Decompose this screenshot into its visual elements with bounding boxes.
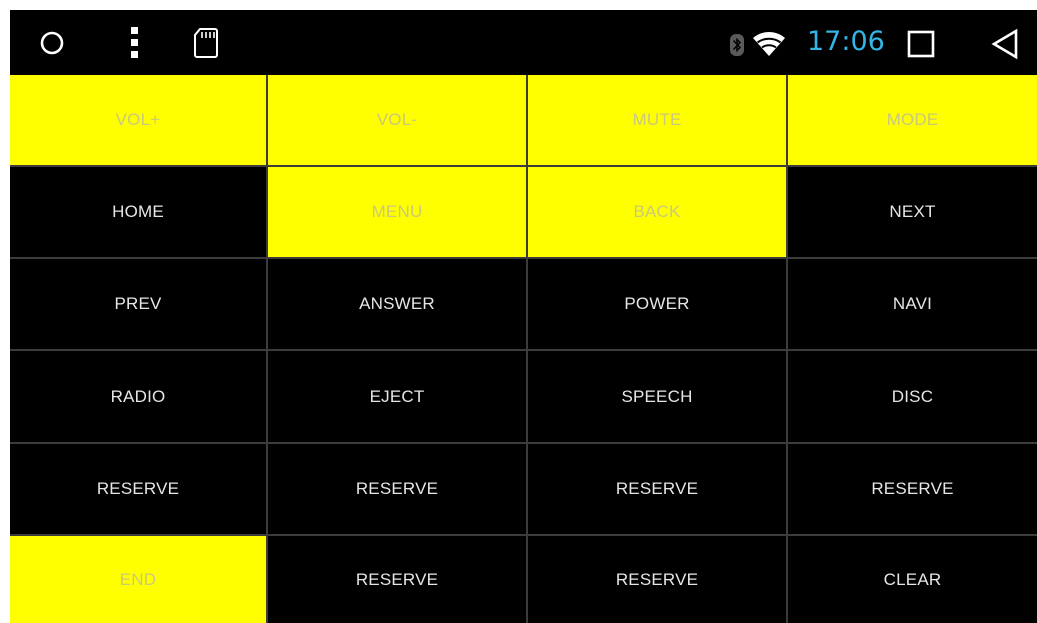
back-triangle-icon[interactable] — [990, 28, 1020, 60]
recents-square-icon[interactable] — [907, 30, 935, 58]
key-answer-button[interactable]: ANSWER — [268, 259, 528, 351]
key-label: PREV — [114, 294, 162, 313]
key-label: MUTE — [632, 110, 682, 129]
key-label: NEXT — [889, 202, 936, 221]
key-mute-button[interactable]: MUTE — [528, 75, 788, 167]
key-label: SPEECH — [621, 386, 693, 406]
key-radio-button[interactable]: RADIO — [10, 351, 268, 444]
key-back-button[interactable]: BACK — [528, 167, 788, 259]
key-label: RADIO — [110, 386, 166, 406]
key-end-button[interactable]: END — [10, 536, 268, 623]
circle-icon[interactable] — [39, 30, 65, 56]
key-label: VOL+ — [115, 110, 161, 129]
key-label: DISC — [891, 386, 934, 406]
bluetooth-icon — [730, 34, 744, 56]
key-label: CLEAR — [883, 569, 942, 589]
key-label: EJECT — [369, 386, 425, 406]
key-label: BACK — [633, 202, 681, 221]
key-volminus-button[interactable]: VOL- — [268, 75, 528, 167]
key-reserve-button[interactable]: RESERVE — [788, 444, 1037, 536]
key-volplus-button[interactable]: VOL+ — [10, 75, 268, 167]
key-speech-button[interactable]: SPEECH — [528, 351, 788, 444]
sd-card-icon — [194, 28, 218, 58]
key-label: ANSWER — [359, 294, 435, 313]
key-label: HOME — [112, 202, 164, 221]
key-reserve-button[interactable]: RESERVE — [528, 444, 788, 536]
key-next-button[interactable]: NEXT — [788, 167, 1037, 259]
key-label: VOL- — [376, 110, 418, 129]
key-label: RESERVE — [96, 479, 180, 498]
key-disc-button[interactable]: DISC — [788, 351, 1037, 444]
wifi-icon — [753, 32, 785, 56]
status-bar: 17:06 — [10, 10, 1037, 75]
key-menu-button[interactable]: MENU — [268, 167, 528, 259]
key-label: MODE — [886, 110, 939, 129]
key-clear-button[interactable]: CLEAR — [788, 536, 1037, 623]
status-time: 17:06 — [807, 26, 885, 57]
key-label: RESERVE — [615, 479, 699, 498]
key-home-button[interactable]: HOME — [10, 167, 268, 259]
key-label: MENU — [371, 202, 423, 221]
key-label: RESERVE — [355, 479, 439, 498]
key-prev-button[interactable]: PREV — [10, 259, 268, 351]
key-label: POWER — [624, 294, 690, 313]
key-label: RESERVE — [615, 569, 699, 589]
key-label: RESERVE — [871, 479, 954, 498]
key-eject-button[interactable]: EJECT — [268, 351, 528, 444]
key-navi-button[interactable]: NAVI — [788, 259, 1037, 351]
key-reserve-button[interactable]: RESERVE — [268, 536, 528, 623]
screen-frame: 17:06 VOL+ VOL- MUTE MODE HOME MENU BACK NEXT PR… — [10, 10, 1037, 623]
key-reserve-button[interactable]: RESERVE — [268, 444, 528, 536]
key-mode-button[interactable]: MODE — [788, 75, 1037, 167]
key-reserve-button[interactable]: RESERVE — [10, 444, 268, 536]
key-label: NAVI — [892, 294, 933, 313]
key-label: RESERVE — [355, 569, 439, 589]
key-label: END — [119, 569, 157, 589]
key-power-button[interactable]: POWER — [528, 259, 788, 351]
key-reserve-button[interactable]: RESERVE — [528, 536, 788, 623]
overflow-menu-icon[interactable] — [130, 26, 140, 60]
key-grid: VOL+ VOL- MUTE MODE HOME MENU BACK NEXT PREV ANSW… — [10, 75, 1037, 623]
